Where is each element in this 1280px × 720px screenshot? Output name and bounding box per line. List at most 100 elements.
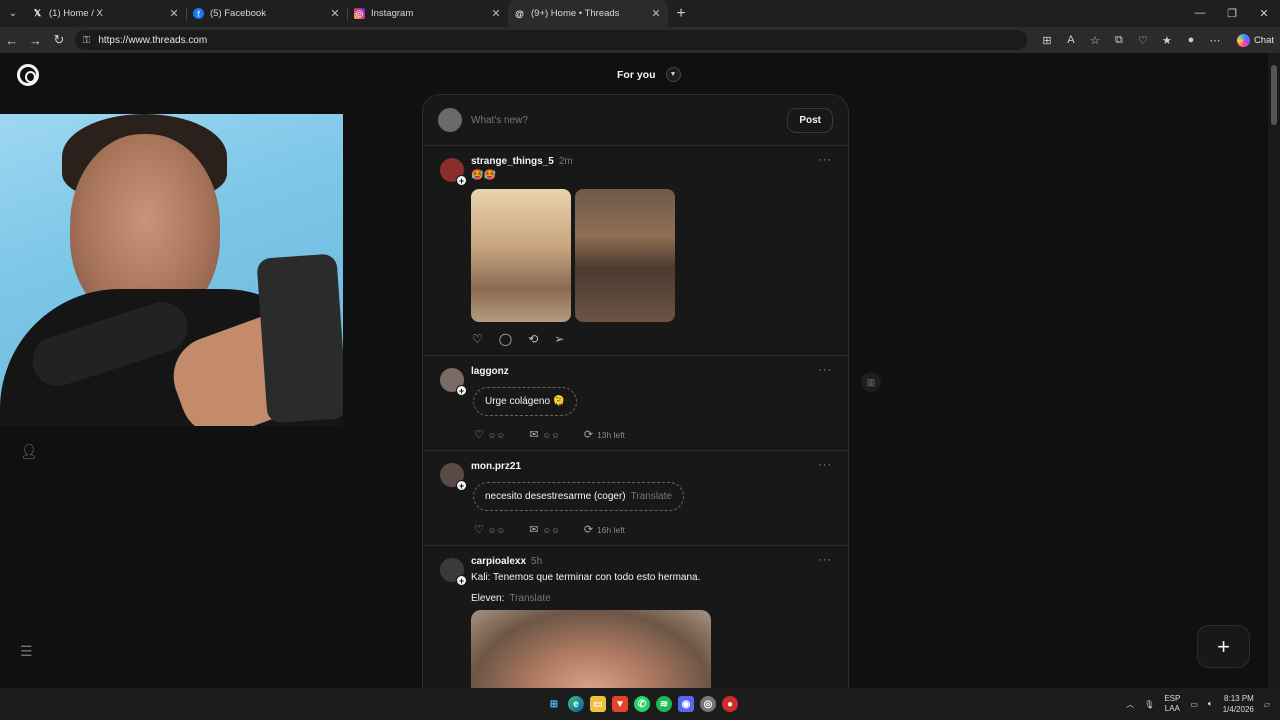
- whatsapp-icon[interactable]: ✆: [634, 696, 650, 712]
- browser-essentials-icon[interactable]: ♡: [1131, 34, 1155, 47]
- like-icon[interactable]: ♡: [474, 428, 484, 441]
- copilot-chat-button[interactable]: Chat: [1231, 33, 1280, 47]
- tab-title: Instagram: [371, 8, 414, 19]
- new-thread-button[interactable]: +: [1197, 625, 1250, 668]
- share-icon[interactable]: ➢: [554, 332, 564, 346]
- post-meta: ♡ ☺☺ ✉ ☺☺ ⟳ 13h left: [474, 428, 625, 441]
- note-bubble[interactable]: Urge colágeno 🫠: [473, 387, 578, 416]
- record-icon[interactable]: ●: [722, 696, 738, 712]
- like-icon[interactable]: ♡: [472, 332, 483, 346]
- favorites-icon[interactable]: ★: [1155, 34, 1179, 47]
- new-tab-icon[interactable]: +: [668, 5, 694, 23]
- scrollbar[interactable]: [1268, 53, 1280, 688]
- more-options-icon[interactable]: ···: [818, 154, 832, 166]
- minimize-icon[interactable]: —: [1184, 7, 1216, 20]
- follow-plus-icon[interactable]: +: [456, 175, 467, 186]
- close-tab-icon[interactable]: ✕: [650, 7, 662, 20]
- close-window-icon[interactable]: ✕: [1248, 7, 1280, 20]
- clock-date: 1/4/2026: [1222, 705, 1254, 714]
- clock[interactable]: 8:13 PM 1/4/2026: [1223, 693, 1254, 715]
- forward-icon[interactable]: →: [24, 33, 48, 48]
- favorite-star-icon[interactable]: ☆: [1083, 34, 1107, 47]
- tab-list-dropdown-icon[interactable]: ⌄: [0, 0, 26, 27]
- file-explorer-icon[interactable]: ▭: [590, 696, 606, 712]
- comment-icon[interactable]: ◯: [499, 332, 512, 346]
- site-info-icon[interactable]: ⚿: [83, 35, 91, 46]
- chrome-icon[interactable]: ◎: [700, 696, 716, 712]
- close-tab-icon[interactable]: ✕: [490, 7, 502, 20]
- more-options-icon[interactable]: ···: [818, 459, 832, 471]
- network-icon[interactable]: ▭: [1190, 700, 1198, 709]
- close-tab-icon[interactable]: ✕: [168, 7, 180, 20]
- avatar[interactable]: +: [440, 368, 467, 396]
- extensions-icon[interactable]: ⧉: [1107, 34, 1131, 47]
- spotify-icon[interactable]: ≋: [656, 696, 672, 712]
- tab-title: (9+) Home • Threads: [531, 8, 620, 19]
- chevron-down-icon[interactable]: ▼: [665, 67, 681, 82]
- windows-start-icon[interactable]: ⊞: [546, 696, 562, 712]
- post-image[interactable]: [575, 189, 675, 322]
- language-indicator[interactable]: ESP LAA: [1164, 694, 1180, 714]
- repost-icon[interactable]: ⟲: [528, 332, 538, 346]
- follow-plus-icon[interactable]: +: [456, 480, 467, 491]
- tab-facebook[interactable]: f (5) Facebook ✕: [187, 0, 347, 27]
- reactions-icon: ☺☺: [487, 429, 506, 440]
- menu-icon[interactable]: ☰: [20, 643, 33, 660]
- username[interactable]: strange_things_5: [471, 156, 554, 167]
- avatar[interactable]: +: [440, 558, 467, 586]
- windows-taskbar: ⊞ e ▭ ▼ ✆ ≋ ◉ ◎ ● ︿ 🎙︎ ESP LAA ▭ 🔈︎ 8:13…: [0, 688, 1280, 720]
- copilot-icon: [1236, 33, 1250, 47]
- brave-icon[interactable]: ▼: [612, 696, 628, 712]
- close-tab-icon[interactable]: ✕: [329, 7, 341, 20]
- tab-title: (1) Home / X: [49, 8, 103, 19]
- avatar[interactable]: [438, 108, 462, 132]
- avatar[interactable]: +: [440, 158, 467, 186]
- url-field[interactable]: ⚿ https://www.threads.com: [74, 30, 1027, 50]
- feed-selector[interactable]: For you ▼: [617, 67, 681, 82]
- post-button[interactable]: Post: [787, 107, 833, 133]
- tab-threads[interactable]: @ (9+) Home • Threads ✕: [508, 0, 668, 27]
- composer-input[interactable]: What's new?: [471, 115, 787, 126]
- tab-instagram[interactable]: ◎ Instagram ✕: [348, 0, 508, 27]
- reply-icon[interactable]: ✉: [529, 428, 538, 441]
- app-available-icon[interactable]: ⊞: [1035, 34, 1059, 47]
- username[interactable]: mon.prz21: [471, 461, 521, 472]
- discord-icon[interactable]: ◉: [678, 696, 694, 712]
- post-header: mon.prz21: [471, 461, 521, 472]
- follow-plus-icon[interactable]: +: [456, 385, 467, 396]
- scrollbar-thumb[interactable]: [1271, 65, 1277, 125]
- translate-link[interactable]: Translate: [509, 593, 550, 604]
- window-controls: — ❐ ✕: [1184, 7, 1280, 20]
- username[interactable]: laggonz: [471, 366, 509, 377]
- post-header: strange_things_5 2m: [471, 156, 573, 167]
- profile-avatar-icon[interactable]: ●: [1179, 34, 1203, 46]
- more-options-icon[interactable]: ···: [818, 554, 832, 566]
- username[interactable]: carpioalexx: [471, 556, 526, 567]
- volume-icon[interactable]: 🔈︎: [1208, 699, 1213, 709]
- restore-icon[interactable]: ❐: [1216, 7, 1248, 20]
- notifications-icon[interactable]: ▱: [1264, 700, 1270, 709]
- more-options-icon[interactable]: ···: [818, 364, 832, 376]
- note-bubble[interactable]: necesito desestresarme (coger) Translate: [473, 482, 684, 511]
- translate-link[interactable]: Translate: [631, 491, 672, 502]
- like-icon[interactable]: ♡: [474, 523, 484, 536]
- reply-icon[interactable]: ✉: [529, 523, 538, 536]
- chevron-up-icon[interactable]: ︿: [1126, 699, 1134, 710]
- threads-logo-icon[interactable]: [17, 64, 39, 86]
- follow-plus-icon[interactable]: +: [456, 575, 467, 586]
- address-bar-row: ← → ↻ ⚿ https://www.threads.com ⊞ A ☆ ⧉ …: [0, 27, 1280, 53]
- edge-icon[interactable]: e: [568, 696, 584, 712]
- refresh-icon[interactable]: ↻: [47, 32, 71, 48]
- microphone-icon[interactable]: 🎙︎: [1144, 700, 1154, 709]
- avatar[interactable]: +: [440, 463, 467, 491]
- tab-x[interactable]: 𝕏 (1) Home / X ✕: [26, 0, 186, 27]
- back-icon[interactable]: ←: [0, 33, 24, 48]
- more-options-icon[interactable]: ⋯: [1203, 34, 1227, 47]
- post-image[interactable]: [471, 189, 571, 322]
- time-left: 13h left: [597, 429, 625, 440]
- post-image[interactable]: [471, 610, 711, 688]
- reactions-icon: ☺☺: [542, 429, 560, 440]
- read-aloud-icon[interactable]: A: [1059, 34, 1083, 46]
- profile-icon[interactable]: 👤︎: [20, 443, 38, 460]
- columns-icon[interactable]: ▥: [861, 372, 881, 392]
